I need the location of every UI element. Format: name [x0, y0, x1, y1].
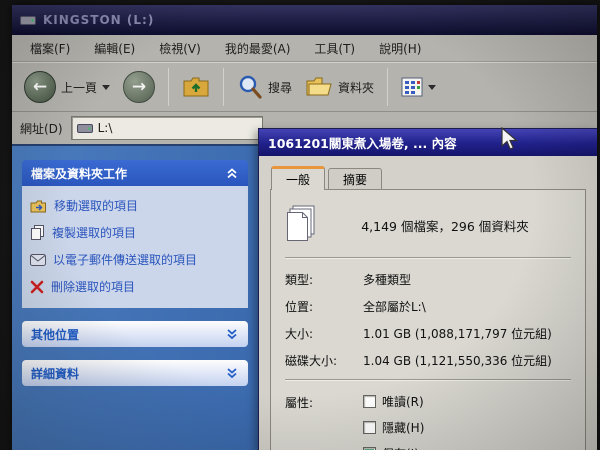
checkbox-label: 隱藏(H) [382, 421, 425, 435]
menu-help[interactable]: 說明(H) [367, 36, 433, 61]
location-label: 位置: [285, 300, 314, 314]
general-tab-page: 4,149 個檔案，296 個資料夾 類型: 多種類型 位置: 全部屬於L:\ … [270, 189, 586, 450]
size-on-disk-row: 磁碟大小: 1.04 GB (1,121,550,336 位元組) [285, 352, 571, 369]
checkbox-label: 保存(I) [382, 445, 419, 450]
checkbox-box[interactable] [363, 395, 376, 408]
folder-up-icon [183, 77, 209, 97]
address-input[interactable]: L:\ [70, 116, 263, 140]
back-button[interactable]: ← 上一頁 [20, 68, 114, 106]
up-button[interactable] [178, 71, 214, 103]
copy-item-icon [31, 225, 44, 240]
photographed-screen: { "window": { "title": "KINGSTON (L:)", … [0, 0, 600, 450]
checkbox-box[interactable] [363, 421, 376, 434]
folders-button[interactable]: 資料夾 [301, 72, 378, 102]
file-folder-tasks-header[interactable]: 檔案及資料夾工作 [22, 160, 248, 186]
type-row: 類型: 多種類型 [285, 271, 571, 288]
file-folder-tasks-body: 移動選取的項目 複製選取的項目 以電子郵件傳送選取的項目 刪除選取的項目 [22, 186, 248, 308]
panel-title: 檔案及資料夾工作 [31, 166, 128, 181]
move-selected-items-link[interactable]: 移動選取的項目 [30, 197, 240, 214]
chevron-down-icon[interactable] [225, 327, 239, 341]
menu-view[interactable]: 檢視(V) [147, 36, 213, 61]
email-selected-items-link[interactable]: 以電子郵件傳送選取的項目 [30, 251, 240, 268]
delete-item-icon [30, 280, 44, 293]
dialog-body: 一般 摘要 4,149 個檔案，296 個資料夾 類型: 多種類型 位置: 全部… [259, 156, 597, 450]
dialog-titlebar[interactable]: 1061201關東煮入場卷, ... 內容 [259, 129, 597, 156]
hidden-checkbox[interactable]: 隱藏(H) [363, 419, 424, 436]
delete-selected-items-link[interactable]: 刪除選取的項目 [30, 278, 240, 295]
copy-selected-items-link[interactable]: 複製選取的項目 [30, 224, 240, 241]
menu-favorites[interactable]: 我的最愛(A) [213, 36, 303, 61]
contents-summary-row: 4,149 個檔案，296 個資料夾 [285, 202, 571, 248]
type-label: 類型: [285, 273, 314, 287]
chevron-up-icon[interactable] [225, 166, 239, 180]
views-dropdown-icon[interactable] [428, 84, 437, 90]
type-value: 多種類型 [363, 273, 412, 287]
size-on-disk-label: 磁碟大小: [285, 354, 338, 368]
task-label: 以電子郵件傳送選取的項目 [53, 253, 198, 267]
toolbar-separator [223, 68, 225, 106]
other-places-header[interactable]: 其他位置 [22, 321, 248, 347]
drive-icon [76, 123, 93, 133]
file-folder-tasks-panel: 檔案及資料夾工作 移動選取的項目 複製選取的項目 以電子郵件傳送選取的項目 刪除… [22, 160, 248, 308]
task-label: 複製選取的項目 [52, 226, 137, 240]
archive-checkbox[interactable]: 保存(I) [363, 445, 424, 450]
task-pane: 檔案及資料夾工作 移動選取的項目 複製選取的項目 以電子郵件傳送選取的項目 刪除… [12, 146, 258, 450]
search-label: 搜尋 [268, 80, 293, 95]
forward-arrow-icon: → [123, 71, 156, 103]
move-item-icon [30, 200, 46, 212]
tab-summary[interactable]: 摘要 [328, 168, 383, 189]
toolbar-separator [168, 68, 170, 106]
folders-icon [306, 77, 332, 96]
search-icon [239, 75, 262, 99]
attributes-checkboxes: 唯讀(R) 隱藏(H) 保存(I) [363, 393, 424, 450]
window-titlebar[interactable]: KINGSTON (L:) [12, 5, 597, 35]
panel-title: 詳細資料 [31, 366, 80, 381]
properties-dialog: 1061201關東煮入場卷, ... 內容 一般 摘要 4,149 個檔案，29… [258, 128, 597, 450]
details-header[interactable]: 詳細資料 [22, 360, 248, 386]
checkbox-label: 唯讀(R) [382, 395, 424, 409]
forward-button[interactable]: → [119, 68, 159, 106]
menu-tools[interactable]: 工具(T) [302, 36, 367, 61]
address-value: L:\ [97, 121, 113, 135]
readonly-checkbox[interactable]: 唯讀(R) [363, 393, 424, 410]
menu-bar: 檔案(F) 編輯(E) 檢視(V) 我的最愛(A) 工具(T) 說明(H) [12, 35, 597, 62]
back-arrow-icon: ← [24, 71, 56, 103]
toolbar-separator [387, 68, 389, 106]
location-row: 位置: 全部屬於L:\ [285, 298, 571, 315]
size-value: 1.01 GB (1,088,171,797 位元組) [363, 327, 552, 341]
views-icon [401, 77, 423, 97]
separator [285, 379, 571, 381]
multiple-files-icon [285, 204, 319, 246]
folders-label: 資料夾 [338, 80, 375, 95]
back-dropdown-icon[interactable] [102, 84, 111, 90]
chevron-down-icon[interactable] [225, 366, 239, 380]
dialog-title: 1061201關東煮入場卷, ... 內容 [268, 136, 457, 151]
attributes-label: 屬性: [285, 396, 314, 410]
contents-summary: 4,149 個檔案，296 個資料夾 [361, 218, 529, 234]
menu-edit[interactable]: 編輯(E) [82, 36, 147, 61]
location-value: 全部屬於L:\ [363, 300, 426, 314]
drive-icon [20, 16, 36, 25]
search-button[interactable]: 搜尋 [233, 71, 296, 103]
details-panel: 詳細資料 [22, 360, 248, 386]
back-label: 上一頁 [61, 80, 98, 95]
address-label: 網址(D) [20, 121, 63, 136]
window-title: KINGSTON (L:) [43, 13, 155, 27]
explorer-window: KINGSTON (L:) 檔案(F) 編輯(E) 檢視(V) 我的最愛(A) … [12, 5, 597, 450]
views-button[interactable] [397, 74, 440, 100]
task-label: 刪除選取的項目 [51, 280, 136, 294]
toolbar: ← 上一頁 → 搜尋 資料夾 [12, 62, 597, 112]
menu-file[interactable]: 檔案(F) [18, 36, 82, 61]
other-places-panel: 其他位置 [22, 321, 248, 347]
email-item-icon [30, 253, 46, 266]
separator [285, 257, 571, 259]
size-on-disk-value: 1.04 GB (1,121,550,336 位元組) [363, 354, 552, 368]
tab-general[interactable]: 一般 [271, 166, 326, 190]
tab-strip: 一般 摘要 [271, 165, 586, 190]
size-label: 大小: [285, 327, 314, 341]
panel-title: 其他位置 [31, 327, 80, 342]
task-label: 移動選取的項目 [54, 199, 139, 213]
attributes-row: 屬性: 唯讀(R) 隱藏(H) 保存(I) [285, 393, 571, 450]
size-row: 大小: 1.01 GB (1,088,171,797 位元組) [285, 325, 571, 342]
